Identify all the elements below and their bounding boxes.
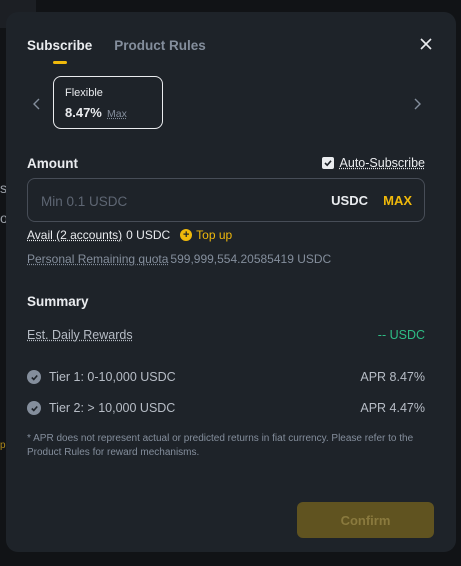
term-name: Flexible [65,87,103,99]
amount-field: USDC MAX [27,178,425,222]
tier-apr: APR 4.47% [360,401,425,415]
amount-label: Amount [27,156,78,171]
amount-input[interactable] [39,190,303,212]
max-button[interactable]: MAX [383,193,412,208]
check-circle-icon [27,401,41,415]
chevron-left-icon[interactable] [30,97,44,111]
checkbox-checked-icon[interactable] [321,157,334,169]
top-up-label: Top up [196,228,233,242]
apr-disclaimer: * APR does not represent actual or predi… [27,433,414,458]
top-up-link[interactable]: + Top up [180,228,232,242]
modal-tabs: Subscribe Product Rules [27,38,206,64]
remaining-quota: Personal Remaining quota 599,999,554.205… [27,252,331,266]
tier-apr: APR 8.47% [360,370,425,384]
auto-subscribe-toggle[interactable]: Auto-Subscribe [321,156,425,170]
tier-row: Tier 1: 0-10,000 USDC APR 8.47% [27,370,425,384]
est-daily-rewards-label: Est. Daily Rewards [27,328,133,342]
tab-subscribe[interactable]: Subscribe [27,38,92,64]
tier-label-group: Tier 1: 0-10,000 USDC [27,370,176,384]
chevron-right-icon[interactable] [410,97,424,111]
tier-label-group: Tier 2: > 10,000 USDC [27,401,175,415]
tier-label: Tier 1: 0-10,000 USDC [49,370,176,384]
term-card-flexible[interactable]: Flexible 8.47% Max [53,76,163,129]
summary-title: Summary [27,294,89,309]
avail-label: Avail (2 accounts) [27,228,123,242]
tier-label: Tier 2: > 10,000 USDC [49,401,176,415]
confirm-button[interactable]: Confirm [297,502,434,538]
avail-value: 0 USDC [126,228,171,242]
quota-value: 599,999,554.20585419 USDC [170,252,332,266]
term-rate: 8.47% [65,105,102,120]
plus-circle-icon: + [180,229,193,241]
est-daily-rewards-value: -- USDC [377,328,425,342]
close-icon[interactable] [418,36,434,52]
tier-row: Tier 2: > 10,000 USDC APR 4.47% [27,401,425,415]
check-circle-icon [27,370,41,384]
subscribe-modal: Subscribe Product Rules Flexible 8.47% M… [6,12,456,552]
amount-unit: USDC [331,193,368,208]
background-text: p [0,440,6,451]
available-balance: Avail (2 accounts) 0 USDC + Top up [27,228,232,242]
auto-subscribe-label: Auto-Subscribe [339,156,425,170]
est-daily-rewards-row: Est. Daily Rewards -- USDC [27,328,425,342]
quota-label: Personal Remaining quota [27,252,169,266]
term-max-label: Max [107,108,127,120]
tab-product-rules[interactable]: Product Rules [114,38,206,53]
